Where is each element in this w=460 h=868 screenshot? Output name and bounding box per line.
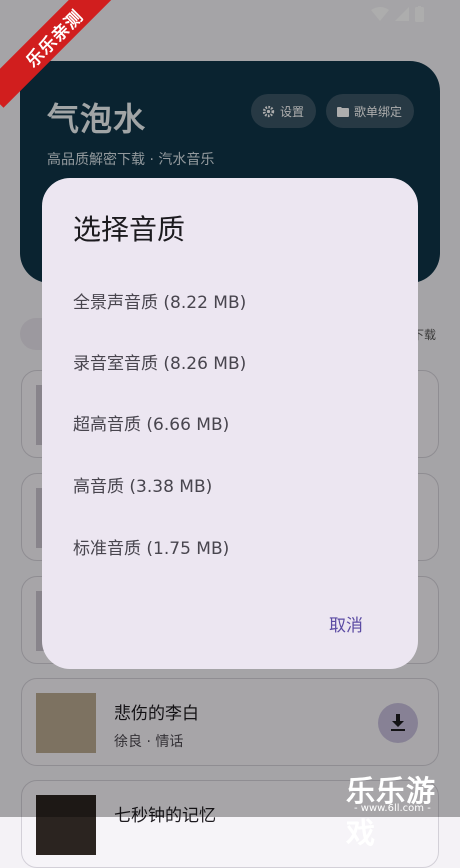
quality-option-standard[interactable]: 标准音质 (1.75 MB) <box>73 534 229 559</box>
cancel-button[interactable]: 取消 <box>329 611 363 636</box>
watermark-url: - www.6ll.com - <box>354 803 431 814</box>
quality-option-dolby[interactable]: 全景声音质 (8.22 MB) <box>73 288 246 313</box>
quality-option-high[interactable]: 高音质 (3.38 MB) <box>73 472 212 497</box>
quality-option-ultra[interactable]: 超高音质 (6.66 MB) <box>73 410 229 435</box>
dialog-title: 选择音质 <box>73 213 186 246</box>
quality-dialog: 选择音质 全景声音质 (8.22 MB) 录音室音质 (8.26 MB) 超高音… <box>42 178 418 669</box>
quality-option-studio[interactable]: 录音室音质 (8.26 MB) <box>73 349 246 374</box>
